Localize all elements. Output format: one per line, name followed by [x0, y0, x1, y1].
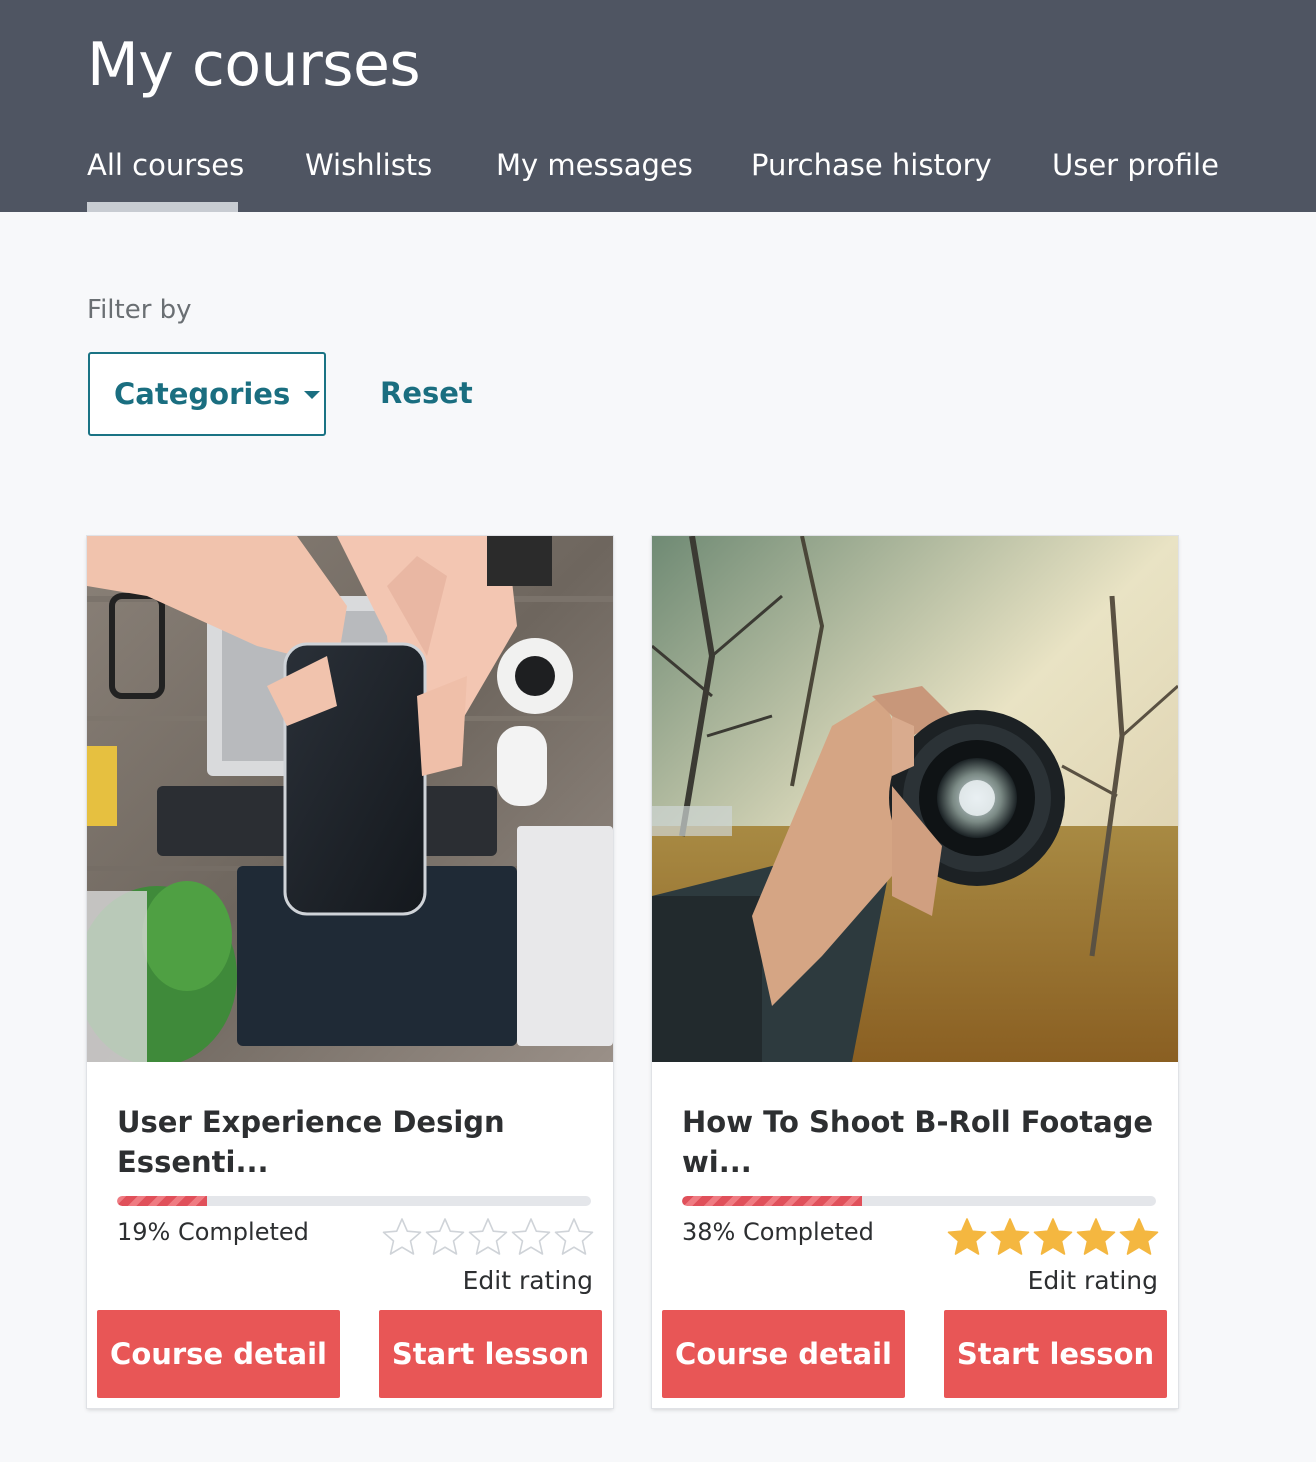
star-empty-icon[interactable]	[467, 1216, 509, 1258]
tab-label: User profile	[1052, 148, 1219, 182]
course-card: How To Shoot B-Roll Footage wi... 38% Co…	[652, 536, 1178, 1408]
start-lesson-button[interactable]: Start lesson	[944, 1310, 1167, 1398]
tab-label: My messages	[496, 148, 693, 182]
tab-bar: All courses Wishlists My messages Purcha…	[0, 148, 1316, 212]
tab-user-profile[interactable]: User profile	[1052, 148, 1219, 212]
course-title[interactable]: How To Shoot B-Roll Footage wi...	[682, 1102, 1158, 1182]
progress-text: 19% Completed	[117, 1218, 309, 1246]
reset-link[interactable]: Reset	[380, 376, 473, 410]
star-filled-icon[interactable]	[946, 1216, 988, 1258]
progress-fill	[117, 1196, 208, 1206]
course-image[interactable]	[652, 536, 1178, 1062]
star-empty-icon[interactable]	[553, 1216, 595, 1258]
caret-down-icon	[304, 391, 321, 399]
tab-label: Purchase history	[751, 148, 992, 182]
filter-label: Filter by	[87, 295, 192, 325]
course-detail-button[interactable]: Course detail	[662, 1310, 905, 1398]
star-filled-icon[interactable]	[1118, 1216, 1160, 1258]
star-filled-icon[interactable]	[1032, 1216, 1074, 1258]
tab-label: Wishlists	[305, 148, 433, 182]
edit-rating-link[interactable]: Edit rating	[463, 1266, 593, 1295]
star-filled-icon[interactable]	[1075, 1216, 1117, 1258]
page-title: My courses	[87, 30, 421, 100]
start-lesson-button[interactable]: Start lesson	[379, 1310, 602, 1398]
categories-dropdown[interactable]: Categories	[88, 352, 326, 436]
progress-bar	[682, 1196, 1156, 1206]
tab-all-courses[interactable]: All courses	[87, 148, 245, 212]
course-card: User Experience Design Essenti... 19% Co…	[87, 536, 613, 1408]
tab-my-messages[interactable]: My messages	[496, 148, 693, 212]
course-image[interactable]	[87, 536, 613, 1062]
progress-bar	[117, 1196, 591, 1206]
edit-rating-link[interactable]: Edit rating	[1028, 1266, 1158, 1295]
star-empty-icon[interactable]	[510, 1216, 552, 1258]
progress-text: 38% Completed	[682, 1218, 874, 1246]
progress-fill	[682, 1196, 863, 1206]
smartphone-workspace-photo-icon	[87, 536, 613, 1062]
course-detail-button[interactable]: Course detail	[97, 1310, 340, 1398]
rating-stars[interactable]	[946, 1216, 1160, 1258]
camera-lens-photo-icon	[652, 536, 1178, 1062]
tab-label: All courses	[87, 148, 245, 182]
tab-wishlists[interactable]: Wishlists	[305, 148, 432, 212]
star-filled-icon[interactable]	[989, 1216, 1031, 1258]
rating-stars[interactable]	[381, 1216, 595, 1258]
tab-purchase-history[interactable]: Purchase history	[751, 148, 992, 212]
star-empty-icon[interactable]	[381, 1216, 423, 1258]
page-header: My courses All courses Wishlists My mess…	[0, 0, 1316, 212]
categories-label: Categories	[114, 377, 291, 411]
star-empty-icon[interactable]	[424, 1216, 466, 1258]
course-title[interactable]: User Experience Design Essenti...	[117, 1102, 593, 1182]
